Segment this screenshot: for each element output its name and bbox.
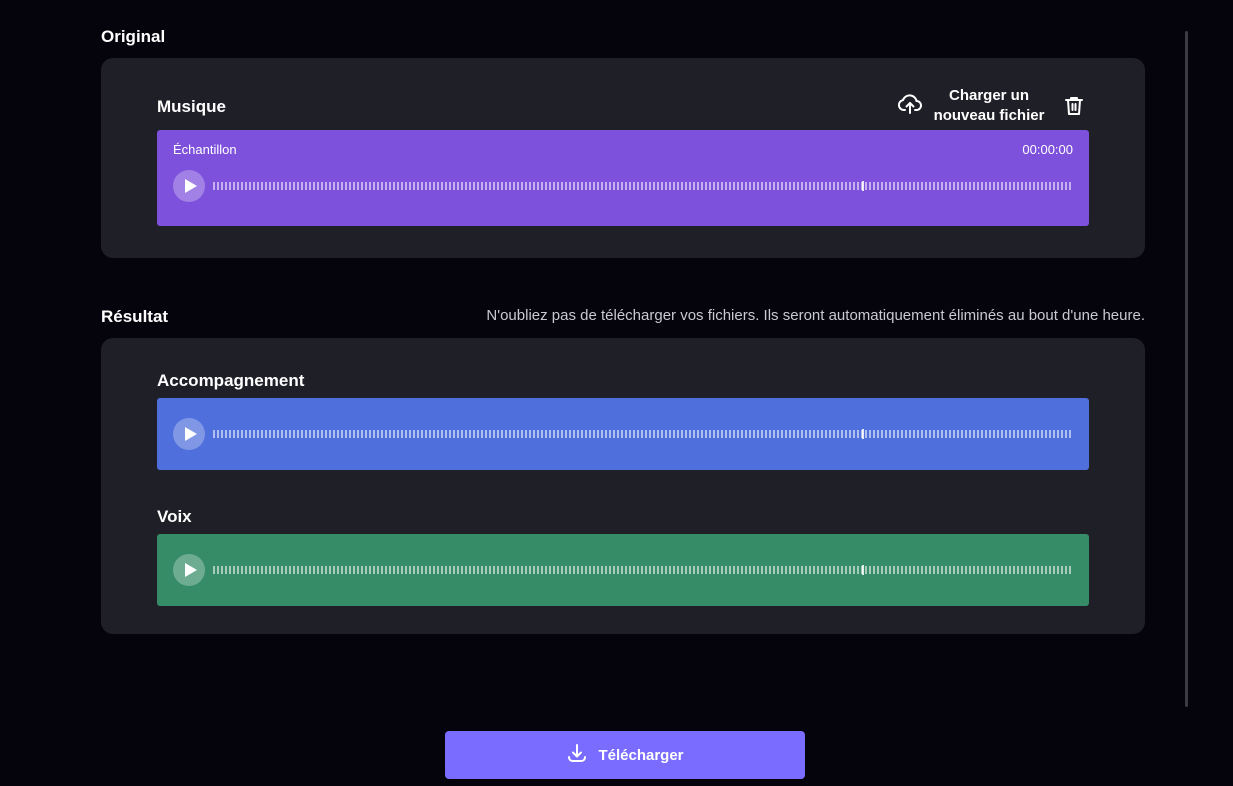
musique-track-label: Musique	[157, 97, 226, 116]
delete-file-button[interactable]	[1063, 95, 1085, 122]
scrollbar[interactable]	[1185, 31, 1188, 707]
original-section-title: Original	[101, 27, 166, 46]
download-icon	[566, 742, 588, 769]
accompagnement-track-label: Accompagnement	[157, 371, 305, 390]
upload-cloud-icon	[897, 92, 923, 121]
player-time: 00:00:00	[1022, 142, 1073, 157]
accompagnement-play-button[interactable]	[173, 418, 205, 450]
voix-play-button[interactable]	[173, 554, 205, 586]
musique-play-button[interactable]	[173, 170, 205, 202]
original-panel: Musique Charger un nouveau fichier Échan…	[101, 58, 1145, 258]
play-icon	[182, 427, 197, 441]
download-button[interactable]: Télécharger	[445, 731, 805, 779]
upload-new-file-label: Charger un nouveau fichier	[933, 87, 1045, 124]
musique-waveform[interactable]	[213, 181, 1073, 191]
trash-icon	[1063, 97, 1085, 121]
deletion-notice: N'oubliez pas de télécharger vos fichier…	[486, 307, 1145, 324]
accompagnement-audio-player	[157, 398, 1089, 470]
voix-audio-player	[157, 534, 1089, 606]
result-panel: Accompagnement Voix	[101, 338, 1145, 634]
voix-track-label: Voix	[157, 507, 192, 526]
musique-audio-player: Échantillon 00:00:00	[157, 130, 1089, 226]
accompagnement-waveform[interactable]	[213, 429, 1073, 439]
play-icon	[182, 563, 197, 577]
download-label: Télécharger	[598, 746, 684, 764]
voix-waveform[interactable]	[213, 565, 1073, 575]
play-icon	[182, 179, 197, 193]
result-section-title: Résultat	[101, 307, 169, 326]
player-caption: Échantillon	[173, 142, 237, 157]
upload-new-file-button[interactable]: Charger un nouveau fichier	[897, 86, 1045, 126]
